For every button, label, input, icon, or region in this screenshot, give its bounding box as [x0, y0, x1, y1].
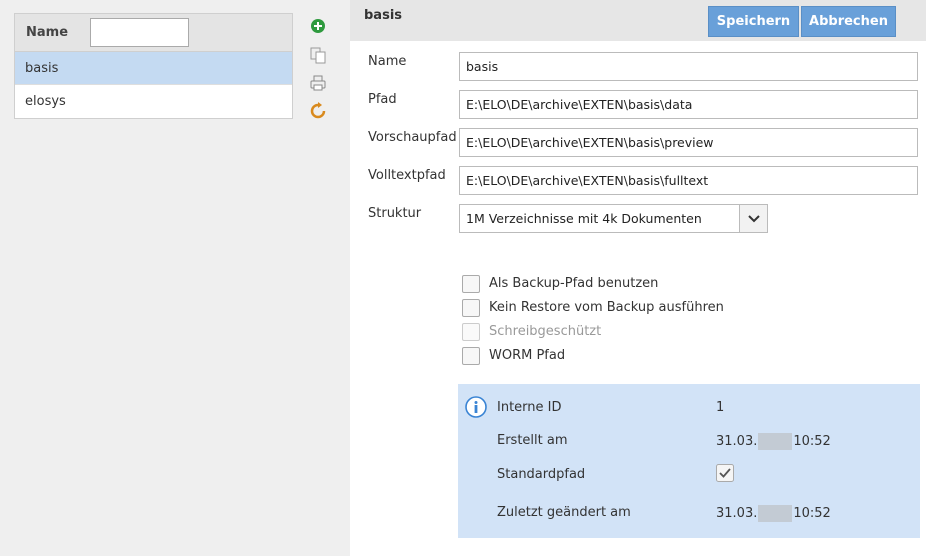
- pfad-field[interactable]: [459, 90, 918, 119]
- path-list: Name basis elosys: [14, 13, 293, 119]
- detail-header: basis Speichern Abbrechen: [350, 0, 926, 41]
- list-item-basis[interactable]: basis: [15, 52, 292, 85]
- print-icon[interactable]: [308, 73, 328, 93]
- created-date: 31.03.: [716, 434, 758, 449]
- volltextpfad-label: Volltextpfad: [368, 168, 446, 183]
- worm-path-label: WORM Pfad: [489, 348, 566, 363]
- list-item-elosys[interactable]: elosys: [15, 85, 292, 118]
- created-time: 10:52: [793, 434, 831, 449]
- changed-time: 10:52: [793, 506, 831, 521]
- refresh-icon[interactable]: [308, 101, 328, 121]
- save-button[interactable]: Speichern: [708, 6, 799, 37]
- no-restore-checkbox[interactable]: [462, 299, 480, 317]
- redacted-year: [758, 433, 793, 450]
- left-panel: Name basis elosys: [0, 0, 350, 556]
- write-protected-label: Schreibgeschützt: [489, 324, 602, 339]
- write-protected-checkbox: [462, 323, 480, 341]
- info-icon: [465, 396, 487, 422]
- chevron-down-icon[interactable]: [739, 205, 767, 232]
- copy-icon[interactable]: [308, 45, 328, 65]
- volltextpfad-field[interactable]: [459, 166, 918, 195]
- name-column-header: Name: [26, 25, 69, 40]
- detail-title: basis: [364, 8, 403, 23]
- cancel-button[interactable]: Abbrechen: [801, 6, 896, 37]
- redacted-year: [758, 505, 793, 522]
- struktur-label: Struktur: [368, 206, 422, 221]
- internal-id-value: 1: [716, 400, 725, 415]
- worm-path-checkbox[interactable]: [462, 347, 480, 365]
- backup-path-label: Als Backup-Pfad benutzen: [489, 276, 659, 291]
- standard-path-check: [716, 464, 734, 486]
- internal-id-label: Interne ID: [497, 400, 562, 415]
- info-panel: Interne ID 1 Erstellt am 31.03. 10:52 Sta…: [458, 384, 920, 538]
- vorschaupfad-field[interactable]: [459, 128, 918, 157]
- changed-label: Zuletzt geändert am: [497, 505, 631, 520]
- changed-date: 31.03.: [716, 506, 758, 521]
- no-restore-label: Kein Restore vom Backup ausführen: [489, 300, 724, 315]
- backup-path-checkbox[interactable]: [462, 275, 480, 293]
- standard-path-label: Standardpfad: [497, 467, 586, 482]
- struktur-select[interactable]: 1M Verzeichnisse mit 4k Dokumenten: [459, 204, 768, 233]
- name-field[interactable]: [459, 52, 918, 81]
- list-header: Name: [15, 14, 292, 52]
- struktur-selected-value: 1M Verzeichnisse mit 4k Dokumenten: [466, 211, 702, 226]
- created-value: 31.03. 10:52: [716, 433, 831, 450]
- vorschaupfad-label: Vorschaupfad: [368, 130, 457, 145]
- add-icon[interactable]: [308, 16, 328, 36]
- changed-value: 31.03. 10:52: [716, 505, 831, 522]
- name-label: Name: [368, 54, 407, 69]
- pfad-label: Pfad: [368, 92, 397, 107]
- name-filter-input[interactable]: [90, 18, 189, 47]
- created-label: Erstellt am: [497, 433, 568, 448]
